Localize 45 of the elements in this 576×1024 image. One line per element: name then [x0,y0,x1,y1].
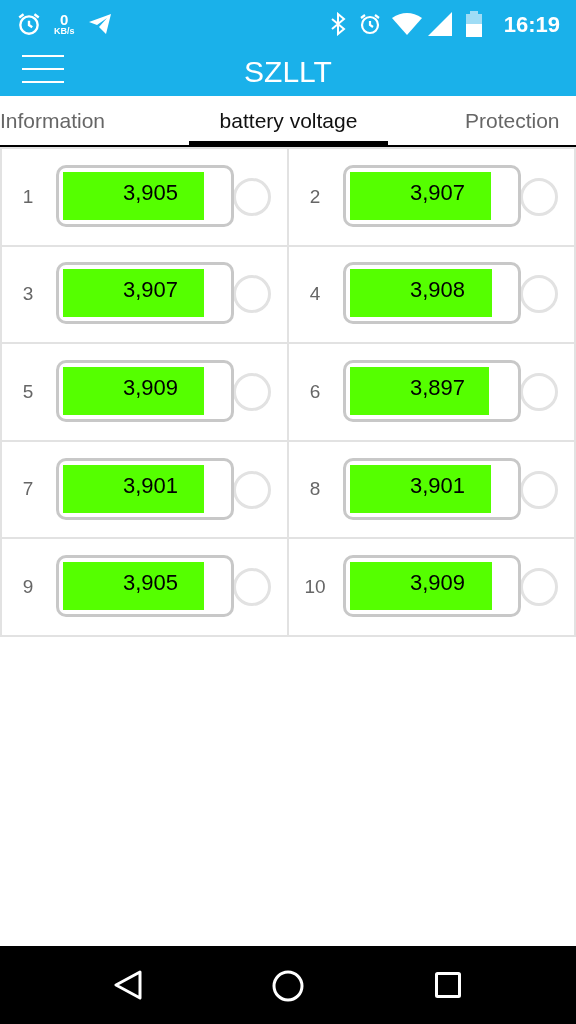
voltage-value: 3,905 [121,572,180,595]
tab[interactable]: Information [0,104,106,137]
cell-number: 4 [308,282,322,307]
circle-indicator [520,177,558,216]
app-title: SZLLT [244,57,332,87]
cell-number: 3 [21,282,35,307]
cell-number: 10 [303,574,327,599]
speed-unit: KB/s [54,27,75,36]
circle-indicator [520,373,558,411]
back-icon[interactable] [114,970,142,1000]
cell-number: 2 [308,184,322,209]
cell-number: 8 [308,477,322,502]
circle-indicator [520,470,558,509]
home-icon[interactable] [272,970,304,1002]
circle-indicator [520,568,558,607]
signal-icon [427,12,452,36]
circle-indicator [520,275,558,314]
wifi-icon [391,12,422,36]
voltage-value: 3,907 [121,279,180,302]
cell-number: 1 [21,184,35,209]
recents-icon[interactable] [435,972,461,998]
voltage-value: 3,901 [121,474,180,497]
voltage-value: 3,897 [408,377,467,399]
circle-indicator [233,373,271,411]
circle-indicator [233,568,271,607]
cell-number: 5 [21,379,35,404]
voltage-value: 3,907 [408,181,467,204]
voltage-value: 3,908 [408,279,467,302]
alarm-icon [16,11,42,37]
voltage-value: 3,905 [121,181,180,204]
voltage-value: 3,901 [408,474,467,497]
battery-icon [465,11,482,37]
circle-indicator [233,470,271,509]
voltage-value: 3,909 [408,572,467,595]
cell-number: 9 [21,574,35,599]
speed-value: 0 [60,12,69,27]
bluetooth-icon [329,12,346,36]
cell-number: 7 [21,477,35,502]
tab[interactable]: Protection [465,104,560,137]
voltage-value: 3,909 [121,377,180,399]
cell-number: 6 [308,379,322,404]
tab[interactable]: battery voltage [219,104,358,137]
circle-indicator [233,177,271,216]
circle-indicator [233,275,271,314]
clock-time: 16:19 [503,10,560,39]
